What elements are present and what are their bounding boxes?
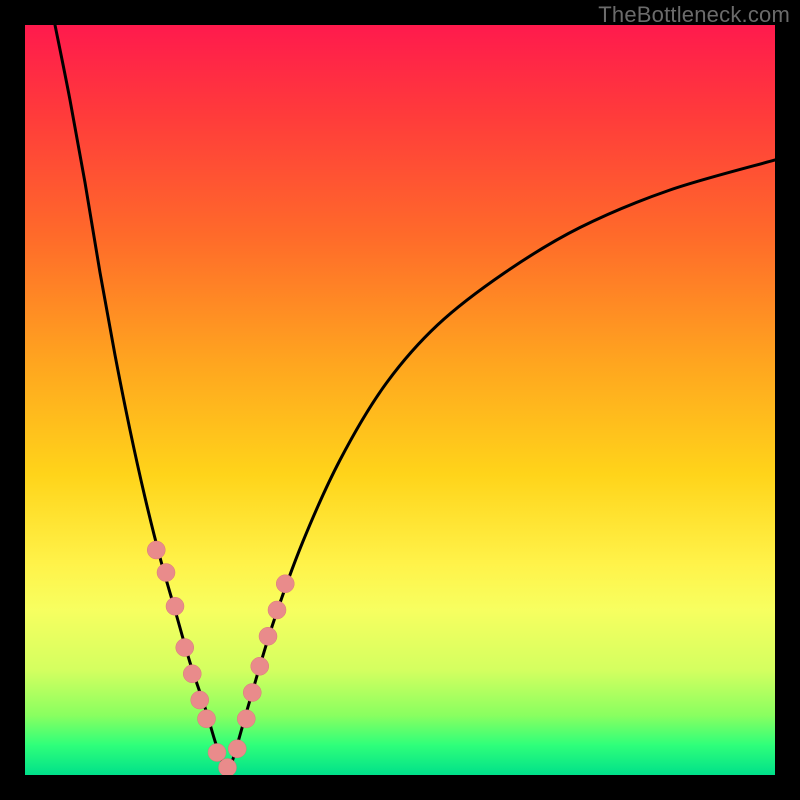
marker-dot xyxy=(198,710,216,728)
marker-group xyxy=(147,541,294,775)
watermark-text: TheBottleneck.com xyxy=(598,2,790,28)
marker-dot xyxy=(157,564,175,582)
chart-svg xyxy=(25,25,775,775)
marker-dot xyxy=(251,657,269,675)
marker-dot xyxy=(176,639,194,657)
marker-dot xyxy=(147,541,165,559)
marker-dot xyxy=(183,665,201,683)
marker-dot xyxy=(228,740,246,758)
plot-area xyxy=(25,25,775,775)
marker-dot xyxy=(219,759,237,776)
curve-left xyxy=(55,25,228,775)
marker-dot xyxy=(268,601,286,619)
marker-dot xyxy=(191,691,209,709)
marker-dot xyxy=(208,744,226,762)
marker-dot xyxy=(243,684,261,702)
marker-dot xyxy=(166,597,184,615)
marker-dot xyxy=(259,627,277,645)
marker-dot xyxy=(237,710,255,728)
marker-dot xyxy=(276,575,294,593)
curve-right xyxy=(228,160,776,775)
